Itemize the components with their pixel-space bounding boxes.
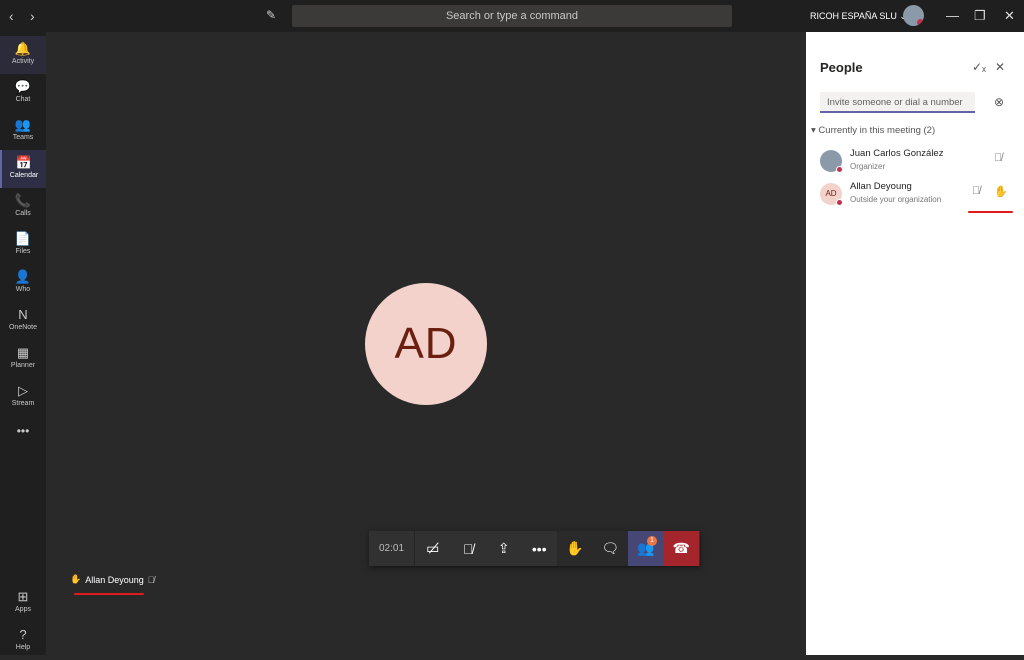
raised-hand-icon: ✋ (994, 186, 1008, 198)
sidebar-item-calls[interactable]: 📞 Calls (0, 188, 46, 226)
camera-off-icon: ▭̸ (426, 540, 440, 556)
in-meeting-section[interactable]: ▾ Currently in this meeting (2) (811, 125, 935, 136)
status-dot (836, 166, 843, 173)
participant-avatar: AD (365, 283, 487, 405)
close-panel-icon[interactable]: ✕ (995, 60, 1005, 74)
mute-all-icon[interactable]: ✓ₓ (972, 60, 986, 74)
bell-icon: 🔔 (14, 41, 32, 56)
status-dot (836, 199, 843, 206)
chat-icon: 🗨 (601, 540, 620, 556)
compose-icon[interactable]: ✎ (266, 8, 276, 22)
raised-hand-icon: ✋ (70, 574, 82, 584)
hang-up-icon: ☎ (672, 540, 690, 556)
file-icon: 📄 (14, 231, 32, 246)
sidebar-item-chat[interactable]: 💬 Chat (0, 74, 46, 112)
share-screen-icon: ⇪ (497, 540, 510, 556)
share-link-icon[interactable]: ⊗ (994, 95, 1004, 109)
participant-row[interactable]: AD Allan Deyoung Outside your organizati… (820, 181, 1020, 211)
sidebar-item-apps[interactable]: ⊞ Apps (0, 584, 46, 622)
org-switcher[interactable]: RICOH ESPAÑA SLU ⌄ (810, 11, 907, 22)
annotation-underline (968, 211, 1013, 213)
call-timer: 02:01 (369, 531, 415, 566)
sidebar-item-who[interactable]: 👤 Who (0, 264, 46, 302)
sidebar-item-onenote[interactable]: N OneNote (0, 302, 46, 340)
stream-icon: ▷ (18, 383, 28, 398)
title-bar: ‹ › ✎ Search or type a command RICOH ESP… (0, 0, 1024, 32)
participant-name-tag: ✋ Allan Deyoung 🎙̸ (70, 574, 155, 585)
sidebar-item-teams[interactable]: 👥 Teams (0, 112, 46, 150)
participants-button[interactable]: 👥 1 (628, 531, 664, 566)
more-icon: ••• (531, 540, 547, 557)
sidebar-item-calendar[interactable]: 📅 Calendar (0, 150, 46, 188)
mic-off-icon: 🎙̸ (994, 152, 1003, 164)
apps-icon: ⊞ (17, 589, 29, 604)
camera-off-button[interactable]: ▭̸ (415, 531, 451, 566)
app-bar: 🔔 Activity 💬 Chat 👥 Teams 📅 Calendar 📞 Calls … (0, 32, 46, 655)
mic-off-icon: 🎙̸ (972, 185, 981, 197)
chat-button[interactable]: 🗨 (592, 531, 628, 566)
sidebar-item-activity[interactable]: 🔔 Activity (0, 36, 46, 74)
sidebar-item-planner[interactable]: ▦ Planner (0, 340, 46, 378)
hang-up-button[interactable]: ☎ (663, 531, 699, 566)
restore-icon[interactable]: ❐ (974, 8, 986, 24)
mute-button[interactable]: 🎙̸ (451, 531, 487, 566)
phone-icon: 📞 (14, 193, 32, 208)
profile-avatar[interactable] (903, 5, 924, 26)
mic-off-icon: 🎙̸ (463, 540, 474, 557)
share-button[interactable]: ⇪ (486, 531, 522, 566)
more-apps-button[interactable]: ••• (0, 424, 46, 444)
planner-icon: ▦ (16, 345, 30, 360)
mic-off-icon: 🎙̸ (147, 574, 155, 585)
help-icon: ? (19, 627, 27, 642)
people-panel: People ✓ₓ ✕ Invite someone or dial a num… (806, 32, 1024, 655)
invite-input[interactable]: Invite someone or dial a number (820, 92, 975, 113)
participant-name: Allan Deyoung (85, 574, 144, 585)
chat-icon: 💬 (14, 79, 32, 94)
hand-icon: ✋ (566, 540, 584, 556)
close-window-icon[interactable]: ✕ (1004, 8, 1015, 24)
person-search-icon: 👤 (14, 269, 32, 284)
calendar-icon: 📅 (15, 155, 33, 170)
raise-hand-button[interactable]: ✋ (557, 531, 593, 566)
search-input[interactable]: Search or type a command (292, 5, 732, 27)
participant-row[interactable]: Juan Carlos González Organizer 🎙̸ (820, 148, 1020, 178)
minimize-icon[interactable]: — (946, 8, 959, 23)
annotation-underline (74, 593, 144, 595)
back-button[interactable]: ‹ (9, 8, 14, 24)
panel-title: People (820, 60, 863, 75)
onenote-icon: N (18, 307, 28, 322)
participants-badge: 1 (647, 536, 657, 546)
forward-button[interactable]: › (30, 8, 35, 24)
sidebar-item-files[interactable]: 📄 Files (0, 226, 46, 264)
sidebar-item-help[interactable]: ? Help (0, 622, 46, 660)
more-actions-button[interactable]: ••• (522, 531, 558, 566)
sidebar-item-stream[interactable]: ▷ Stream (0, 378, 46, 416)
teams-icon: 👥 (14, 117, 32, 132)
call-controls: 02:01 ▭̸ 🎙̸ ⇪ ••• ✋ 🗨 👥 1 ☎ (369, 531, 700, 566)
